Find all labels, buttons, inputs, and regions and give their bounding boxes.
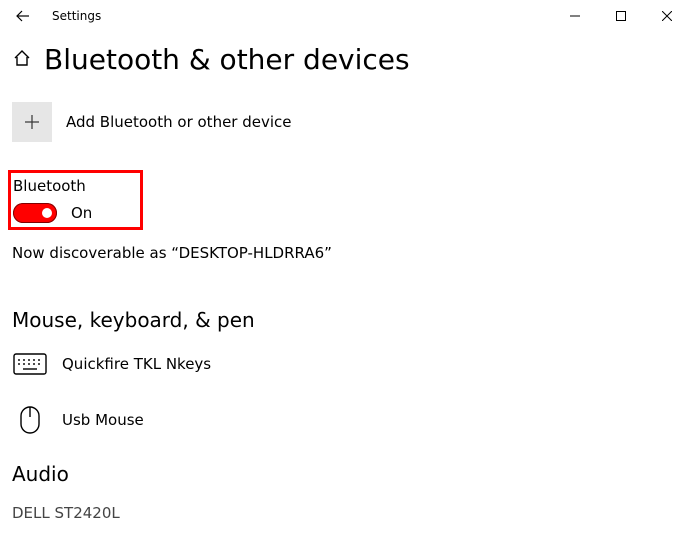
window-title: Settings [52,9,101,23]
device-label: Usb Mouse [62,411,144,429]
home-icon[interactable] [12,48,32,72]
bluetooth-toggle-state: On [71,204,92,222]
plus-icon [12,102,52,142]
close-button[interactable] [644,0,690,32]
device-row-mouse[interactable]: Usb Mouse [12,406,678,434]
keyboard-icon [12,350,48,378]
add-device-button[interactable]: Add Bluetooth or other device [12,102,678,142]
audio-section: Audio DELL ST2420L [12,462,678,522]
content-area: Bluetooth & other devices Add Bluetooth … [0,32,690,522]
page-title: Bluetooth & other devices [44,46,410,74]
maximize-icon [616,11,626,21]
page-header: Bluetooth & other devices [12,46,678,74]
device-label: Quickfire TKL Nkeys [62,355,211,373]
bluetooth-toggle[interactable] [13,203,57,223]
discoverable-text: Now discoverable as “DESKTOP-HLDRRA6” [12,244,678,262]
minimize-icon [570,11,580,21]
device-row-keyboard[interactable]: Quickfire TKL Nkeys [12,350,678,378]
bluetooth-label: Bluetooth [13,177,92,195]
titlebar: Settings [0,0,690,32]
highlight-annotation: Bluetooth On [8,170,143,230]
minimize-button[interactable] [552,0,598,32]
add-device-label: Add Bluetooth or other device [66,113,292,131]
back-button[interactable] [0,0,46,32]
back-arrow-icon [15,8,31,24]
section-header-audio: Audio [12,462,678,486]
bluetooth-toggle-row: On [13,203,92,223]
maximize-button[interactable] [598,0,644,32]
window-controls [552,0,690,32]
section-header-mkp: Mouse, keyboard, & pen [12,308,678,332]
device-label: DELL ST2420L [12,504,678,522]
mouse-icon [12,406,48,434]
close-icon [662,11,672,21]
